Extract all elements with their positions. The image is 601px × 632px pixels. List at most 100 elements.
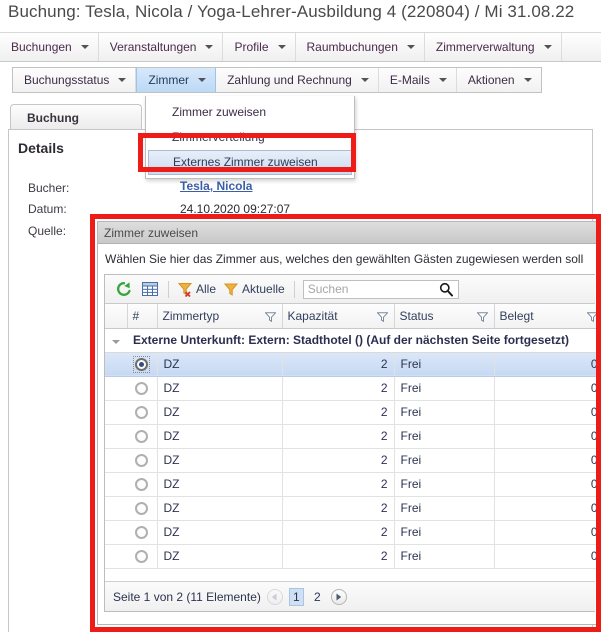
tab-label: Buchung [27, 110, 79, 125]
funnel-icon[interactable] [375, 311, 389, 325]
menu-item-label: Buchungen [11, 40, 72, 54]
table-row[interactable]: DZ 2 Frei 0 [105, 424, 601, 449]
group-row[interactable]: Externe Unterkunft: Extern: Stadthotel (… [105, 328, 601, 353]
table-row[interactable]: DZ 2 Frei 0 [105, 448, 601, 473]
row-select-cell[interactable] [127, 520, 158, 545]
row-select-cell[interactable] [127, 472, 158, 497]
row-select-cell[interactable] [127, 352, 158, 377]
toolbar-separator [293, 280, 295, 298]
grid-columns-icon[interactable] [137, 277, 163, 301]
details-heading: Details [18, 140, 64, 156]
menu-item-label: Raumbuchungen [306, 40, 398, 54]
menu-item-profile[interactable]: Profile [223, 33, 296, 61]
cell-status: Frei [394, 424, 495, 449]
row-select-cell[interactable] [127, 448, 158, 473]
tab-emails[interactable]: E-Mails [379, 68, 457, 92]
column-header-index[interactable]: # [127, 304, 158, 329]
table-header-row: # Zimmertyp Kapazität Status Belegt [105, 304, 601, 329]
column-label: Status [399, 308, 434, 323]
dialog-title: Zimmer zuweisen [98, 222, 601, 244]
chevron-down-icon [406, 45, 415, 49]
menu-item-raumbuchungen[interactable]: Raumbuchungen [296, 33, 425, 61]
funnel-icon[interactable] [475, 311, 489, 325]
cell-kapazitaet: 2 [282, 448, 395, 473]
tab-zimmer[interactable]: Zimmer [136, 68, 217, 92]
menu-item-label: Veranstaltungen [109, 40, 197, 54]
search-placeholder: Suchen [307, 282, 349, 296]
cell-kapazitaet: 2 [282, 472, 395, 497]
chevron-down-icon [112, 340, 120, 344]
application-window: Buchung: Tesla, Nicola / Yoga-Lehrer-Aus… [0, 0, 601, 632]
field-value-bucher-link[interactable]: Tesla, Nicola [180, 179, 252, 193]
group-expander[interactable] [105, 328, 127, 353]
row-select-cell[interactable] [127, 424, 158, 449]
cell-zimmertyp: DZ [157, 400, 283, 425]
previous-page-button[interactable] [266, 588, 283, 605]
column-header-kapazitaet[interactable]: Kapazität [282, 304, 395, 329]
field-label-bucher: Bucher: [28, 181, 70, 195]
column-header-belegt[interactable]: Belegt [494, 304, 601, 329]
radio-button-icon[interactable] [135, 454, 149, 468]
current-filter-button[interactable]: Aktuelle [220, 282, 289, 297]
tab-aktionen[interactable]: Aktionen [457, 68, 541, 92]
menu-item-buchungen[interactable]: Buchungen [0, 33, 99, 61]
radio-button-icon[interactable] [135, 430, 149, 444]
search-icon[interactable] [439, 282, 453, 302]
search-input[interactable]: Suchen [302, 279, 459, 302]
page-number-1[interactable]: 1 [288, 587, 304, 606]
radio-button-icon[interactable] [135, 357, 149, 371]
cell-kapazitaet: 2 [282, 544, 395, 569]
table-row[interactable]: DZ 2 Frei 0 [105, 352, 601, 377]
cell-zimmertyp: DZ [157, 472, 283, 497]
menu-option-label: Zimmerverteilung [172, 130, 265, 144]
refresh-icon[interactable] [111, 277, 137, 301]
cell-kapazitaet: 2 [282, 376, 395, 401]
radio-button-icon[interactable] [135, 382, 149, 396]
menu-option-zimmerverteilung[interactable]: Zimmerverteilung [146, 125, 354, 150]
tab-buchung[interactable]: Buchung [10, 104, 142, 130]
table-row[interactable]: DZ 2 Frei 0 [105, 544, 601, 569]
row-select-cell[interactable] [127, 376, 158, 401]
cell-zimmertyp: DZ [157, 448, 283, 473]
pagination-bar: Seite 1 von 2 (11 Elemente) 1 2 [105, 581, 595, 611]
funnel-icon[interactable] [263, 311, 277, 325]
radio-button-icon[interactable] [135, 478, 149, 492]
clear-filter-button[interactable]: Alle [174, 282, 220, 297]
funnel-icon[interactable] [585, 311, 599, 325]
rooms-table: # Zimmertyp Kapazität Status Belegt Exte… [105, 304, 601, 569]
cell-kapazitaet: 2 [282, 400, 395, 425]
tab-buchungsstatus[interactable]: Buchungsstatus [13, 68, 137, 92]
field-label-quelle: Quelle: [28, 224, 67, 238]
tab-zahlung-und-rechnung[interactable]: Zahlung und Rechnung [216, 68, 379, 92]
menu-item-zimmerverwaltung[interactable]: Zimmerverwaltung [425, 33, 562, 61]
chevron-down-icon [118, 78, 127, 82]
menu-option-externes-zimmer-zuweisen[interactable]: Externes Zimmer zuweisen [148, 150, 352, 175]
zimmer-dropdown-menu: Zimmer zuweisen Zimmerverteilung Externe… [145, 96, 355, 179]
column-header-zimmertyp[interactable]: Zimmertyp [157, 304, 283, 329]
table-row[interactable]: DZ 2 Frei 0 [105, 400, 601, 425]
radio-button-icon[interactable] [135, 502, 149, 516]
room-grid: Alle Aktuelle Suchen # Zimmertyp Kapazit… [104, 274, 601, 612]
row-spacer-cell [105, 424, 127, 449]
cell-status: Frei [394, 448, 495, 473]
grid-toolbar: Alle Aktuelle Suchen [105, 275, 595, 304]
chevron-down-icon [205, 45, 214, 49]
table-row[interactable]: DZ 2 Frei 0 [105, 376, 601, 401]
row-select-cell[interactable] [127, 544, 158, 569]
radio-button-icon[interactable] [135, 406, 149, 420]
menu-item-veranstaltungen[interactable]: Veranstaltungen [99, 33, 224, 61]
tab-label: Aktionen [467, 73, 515, 87]
menu-option-zimmer-zuweisen[interactable]: Zimmer zuweisen [146, 100, 354, 125]
next-page-button[interactable] [330, 588, 347, 605]
chevron-down-icon [543, 45, 552, 49]
page-number-2[interactable]: 2 [310, 588, 325, 606]
radio-button-icon[interactable] [135, 526, 149, 540]
row-select-cell[interactable] [127, 400, 158, 425]
table-row[interactable]: DZ 2 Frei 0 [105, 472, 601, 497]
table-row[interactable]: DZ 2 Frei 0 [105, 520, 601, 545]
row-select-cell[interactable] [127, 496, 158, 521]
table-row[interactable]: DZ 2 Frei 0 [105, 496, 601, 521]
cell-status: Frei [394, 352, 495, 377]
column-header-status[interactable]: Status [394, 304, 495, 329]
radio-button-icon[interactable] [135, 550, 149, 564]
